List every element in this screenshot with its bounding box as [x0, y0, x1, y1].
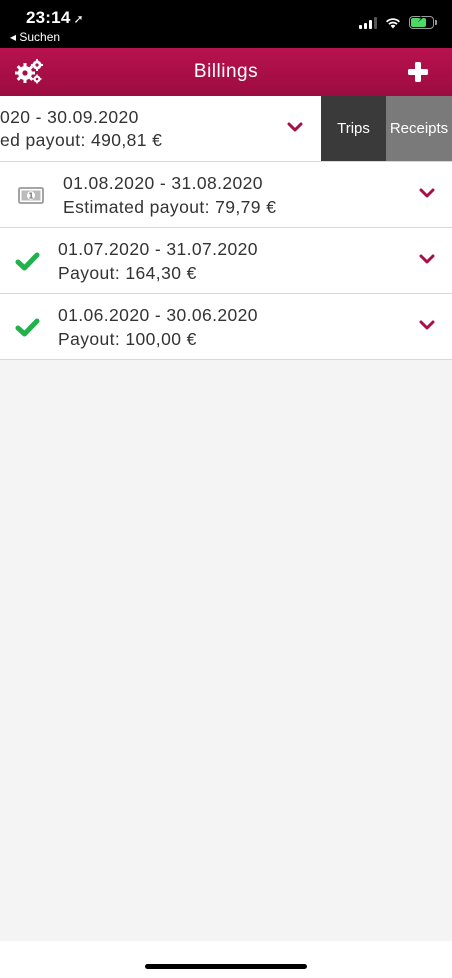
- plus-icon[interactable]: [406, 60, 430, 84]
- billing-row[interactable]: 01.06.2020 - 30.06.2020 Payout: 100,00 €: [0, 294, 452, 360]
- status-bar: 23:14 ➚ ◂ Suchen: [0, 0, 452, 48]
- status-time: 23:14 ➚: [26, 8, 84, 27]
- home-indicator-area: [0, 941, 452, 978]
- chevron-down-icon[interactable]: [419, 254, 435, 264]
- home-indicator[interactable]: [145, 964, 307, 969]
- billing-list: 020 - 30.09.2020 ed payout: 490,81 € Tri…: [0, 96, 452, 360]
- page-title: Billings: [193, 61, 259, 82]
- banknote-icon: 1: [18, 187, 44, 204]
- status-indicators: [359, 14, 437, 29]
- billing-period: 01.08.2020 - 31.08.2020: [63, 173, 263, 193]
- wifi-icon: [386, 17, 400, 28]
- billing-row[interactable]: 01.07.2020 - 31.07.2020 Payout: 164,30 €: [0, 228, 452, 294]
- billing-row[interactable]: 1 01.08.2020 - 31.08.2020 Estimated payo…: [0, 162, 452, 228]
- billing-period: 01.07.2020 - 31.07.2020: [58, 239, 258, 259]
- nav-bar: Billings: [0, 48, 452, 96]
- billing-payout: Payout: 100,00 €: [58, 329, 197, 349]
- battery-icon: [409, 14, 437, 29]
- billing-payout: ed payout: 490,81 €: [0, 130, 163, 150]
- cellular-signal-icon: [359, 16, 377, 29]
- trips-button[interactable]: Trips: [321, 96, 386, 161]
- svg-text:1: 1: [28, 191, 33, 200]
- billing-period: 01.06.2020 - 30.06.2020: [58, 305, 258, 325]
- location-arrow-icon: ➚: [73, 12, 84, 26]
- checkmark-icon: [15, 318, 40, 337]
- chevron-down-icon[interactable]: [419, 320, 435, 330]
- checkmark-icon: [15, 252, 40, 271]
- back-to-app-link[interactable]: ◂ Suchen: [10, 30, 60, 44]
- billing-period: 020 - 30.09.2020: [0, 107, 139, 127]
- receipts-button[interactable]: Receipts: [386, 96, 452, 161]
- billing-payout: Estimated payout: 79,79 €: [63, 197, 277, 217]
- billing-row-swiped[interactable]: 020 - 30.09.2020 ed payout: 490,81 € Tri…: [0, 96, 452, 162]
- chevron-down-icon[interactable]: [419, 188, 435, 198]
- chevron-down-icon[interactable]: [287, 122, 303, 132]
- billing-payout: Payout: 164,30 €: [58, 263, 197, 283]
